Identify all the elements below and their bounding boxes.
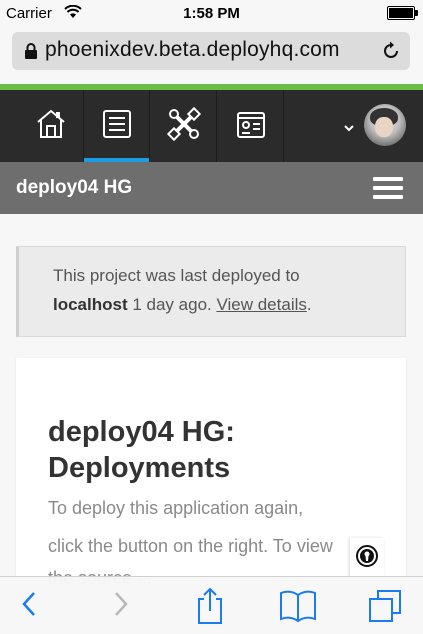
server-icon bbox=[100, 107, 134, 146]
url-text: phoenixdev.beta.deployhq.com bbox=[45, 38, 340, 61]
forward-icon[interactable] bbox=[110, 587, 132, 626]
browser-toolbar bbox=[0, 576, 423, 634]
app-nav bbox=[0, 90, 423, 162]
lock-icon bbox=[24, 43, 38, 65]
intro-line-2: click the button on the right. To view bbox=[48, 536, 333, 556]
intro-line-1: To deploy this application again, bbox=[48, 498, 304, 518]
last-deploy-notice: This project was last deployed to localh… bbox=[16, 246, 406, 337]
notice-detail: localhost 1 day ago. View details. bbox=[53, 295, 312, 315]
notice-text: This project was last deployed to bbox=[53, 266, 300, 285]
project-header: deploy04 HG bbox=[0, 162, 423, 214]
address-bar[interactable]: phoenixdev.beta.deployhq.com bbox=[12, 32, 410, 70]
nav-item-projects[interactable] bbox=[18, 90, 84, 162]
bookmarks-icon[interactable] bbox=[278, 587, 318, 628]
nav-item-servers[interactable] bbox=[84, 90, 150, 162]
hamburger-menu-icon[interactable] bbox=[373, 177, 403, 199]
view-details-link[interactable]: View details bbox=[216, 295, 306, 314]
share-icon[interactable] bbox=[194, 587, 226, 630]
nav-item-account[interactable] bbox=[218, 90, 284, 162]
id-card-icon bbox=[234, 107, 268, 146]
notice-period: . bbox=[306, 295, 312, 314]
chevron-down-icon[interactable] bbox=[343, 120, 355, 138]
reload-icon[interactable] bbox=[380, 40, 402, 67]
notice-time: 1 day ago. bbox=[127, 295, 217, 314]
tabs-icon[interactable] bbox=[366, 587, 404, 630]
battery-tip bbox=[415, 10, 418, 16]
help-icon bbox=[355, 544, 379, 573]
battery-icon bbox=[387, 6, 415, 20]
house-icon bbox=[34, 107, 68, 146]
clock: 1:58 PM bbox=[183, 5, 240, 22]
browser-chrome: phoenixdev.beta.deployhq.com bbox=[0, 26, 423, 84]
back-icon[interactable] bbox=[18, 587, 40, 626]
help-button[interactable] bbox=[350, 538, 384, 578]
status-bar: Carrier 1:58 PM bbox=[0, 0, 423, 26]
nav-item-tools[interactable] bbox=[151, 90, 217, 162]
server-name: localhost bbox=[53, 295, 128, 314]
project-name: deploy04 HG bbox=[16, 177, 133, 198]
user-avatar[interactable] bbox=[364, 104, 406, 146]
page-title: deploy04 HG: Deployments bbox=[48, 416, 235, 484]
tools-icon bbox=[166, 106, 202, 147]
